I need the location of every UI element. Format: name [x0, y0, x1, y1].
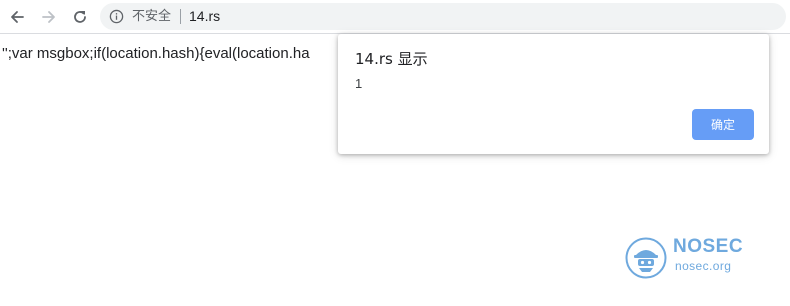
reload-button[interactable] — [68, 5, 92, 29]
dialog-message: 1 — [355, 76, 363, 91]
nosec-logo-icon — [625, 237, 667, 279]
forward-button[interactable] — [37, 5, 61, 29]
ok-button[interactable]: 确定 — [692, 109, 754, 140]
alert-dialog: 14.rs 显示 1 确定 — [338, 34, 769, 154]
reload-icon — [74, 11, 86, 23]
page-body-text: '';var msgbox;if(location.hash){eval(loc… — [2, 45, 310, 62]
dialog-title: 14.rs 显示 — [355, 50, 428, 68]
back-button[interactable] — [5, 5, 29, 29]
address-bar-separator — [180, 9, 181, 24]
info-icon[interactable] — [109, 9, 124, 24]
browser-toolbar: 不安全 14.rs — [0, 0, 790, 34]
back-arrow-icon — [11, 11, 24, 23]
watermark-name: NOSEC — [673, 236, 744, 257]
security-status-label[interactable]: 不安全 — [132, 9, 171, 24]
address-bar[interactable]: 不安全 14.rs — [100, 3, 786, 30]
forward-arrow-icon — [42, 11, 55, 23]
watermark-domain: nosec.org — [675, 259, 732, 273]
url-text[interactable]: 14.rs — [189, 8, 220, 25]
watermark: NOSEC nosec.org — [625, 236, 755, 280]
